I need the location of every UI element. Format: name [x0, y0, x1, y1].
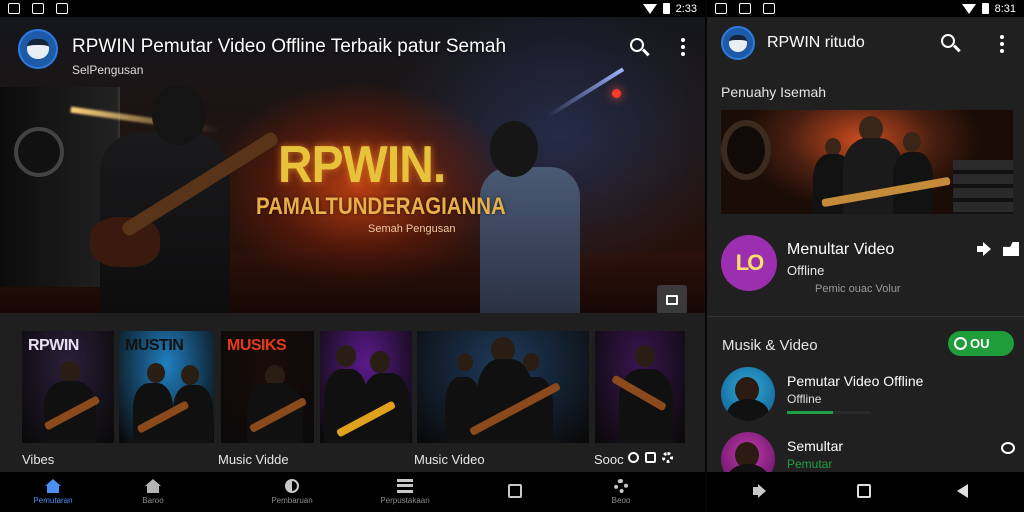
- more-options-icon[interactable]: [999, 35, 1005, 53]
- nav-item-library[interactable]: Perpustakaan: [370, 472, 440, 512]
- notification-icon: [8, 3, 20, 14]
- stage-light: [612, 89, 621, 98]
- nav-label: Beoo: [611, 496, 631, 505]
- right-screen: 8:31 RPWIN ritudo Penuahy Isemah LO Menu…: [707, 0, 1024, 512]
- video-thumbnail[interactable]: [595, 331, 685, 443]
- card-meta: Pemic ouac Volur: [815, 283, 901, 295]
- settings-icon[interactable]: [662, 452, 673, 463]
- thumbnail-caption: Vibes: [22, 452, 55, 467]
- video-thumbnail[interactable]: RPWIN: [22, 331, 114, 443]
- list-icon: [397, 479, 413, 493]
- left-screen: 2:33 RPWIN. PAMALTUNDERAGIANNA Semah Pen…: [0, 0, 705, 512]
- square-icon: [508, 483, 522, 498]
- featured-video-banner[interactable]: [721, 110, 1013, 214]
- thumbnail-caption: Sooc: [594, 452, 624, 467]
- nav-item-new[interactable]: Baroo: [118, 472, 188, 512]
- nav-item-playback[interactable]: Pemutaran: [18, 472, 88, 512]
- card-subtitle: Offline: [787, 263, 825, 278]
- caption-icon[interactable]: [645, 452, 656, 463]
- more-icon[interactable]: [1001, 442, 1015, 454]
- thumbnail-title: RPWIN: [28, 337, 79, 354]
- wifi-icon: [642, 3, 657, 14]
- video-thumbnail[interactable]: MUSTIN: [119, 331, 214, 443]
- thumbnail-caption: Music Vidde: [218, 452, 289, 467]
- video-thumbnail[interactable]: [320, 331, 412, 443]
- notification-icon: [715, 3, 727, 14]
- status-time: 8:31: [994, 2, 1016, 15]
- list-item-subtitle: Pemutar: [787, 457, 833, 471]
- search-icon[interactable]: [941, 34, 961, 54]
- status-bar: 2:33: [0, 0, 705, 17]
- avatar: [721, 367, 775, 421]
- app-title: RPWIN Pemutar Video Offline Terbaik patu…: [72, 36, 507, 57]
- battery-icon: [981, 3, 989, 14]
- home-icon: [45, 479, 61, 493]
- status-time: 2:33: [675, 2, 697, 15]
- half-circle-icon: [285, 479, 299, 493]
- forward-icon[interactable]: [753, 484, 767, 498]
- section-title-music: Musik & Video: [722, 337, 818, 354]
- wifi-icon: [961, 3, 976, 14]
- clock-icon[interactable]: [628, 452, 639, 463]
- hero-logo: RPWIN.: [278, 136, 446, 194]
- app-bar: RPWIN ritudo: [707, 17, 1024, 73]
- download-icon[interactable]: [1003, 242, 1019, 256]
- list-item-title: Pemutar Video Offline: [787, 373, 924, 389]
- hero-subtitle: PAMALTUNDERAGIANNA: [256, 193, 506, 220]
- app-bar: RPWIN Pemutar Video Offline Terbaik patu…: [0, 17, 705, 79]
- hero-tagline: Semah Pengusan: [368, 223, 456, 235]
- card-badge: LO: [721, 235, 777, 291]
- status-bar: 8:31: [707, 0, 1024, 17]
- divider: [707, 316, 1024, 317]
- card-title: Menultar Video: [787, 241, 895, 258]
- nav-item-overview[interactable]: [480, 472, 550, 512]
- notification-icon: [32, 3, 44, 14]
- nav-label: Pemutaran: [33, 496, 73, 505]
- notification-icon: [739, 3, 751, 14]
- performer-figure: [480, 167, 580, 313]
- nav-label: Baroo: [142, 496, 164, 505]
- recent-apps-icon[interactable]: [857, 484, 871, 498]
- toggle-switch[interactable]: OU: [948, 331, 1014, 356]
- thumbnail-title: MUSTIN: [125, 337, 184, 354]
- list-item[interactable]: Pemutar Video Offline Offline: [721, 367, 1021, 423]
- notification-icon: [56, 3, 68, 14]
- thumbnail-caption: Music Video: [414, 452, 485, 467]
- pip-button[interactable]: [657, 285, 687, 313]
- system-navigation: [707, 472, 1024, 512]
- more-options-icon[interactable]: [680, 38, 686, 56]
- nav-item-updates[interactable]: Pembaruan: [257, 472, 327, 512]
- bottom-navigation: Pemutaran Baroo Pembaruan Perpustakaan B…: [0, 472, 705, 512]
- notification-icon: [763, 3, 775, 14]
- nav-label: Pembaruan: [271, 496, 313, 505]
- gear-icon: [614, 479, 628, 493]
- nav-item-settings[interactable]: Beoo: [586, 472, 656, 512]
- thumbnail-title: MUSIKS: [227, 337, 287, 354]
- section-title-featured: Penuahy Isemah: [721, 84, 827, 100]
- app-logo[interactable]: [721, 26, 755, 60]
- search-icon[interactable]: [630, 38, 650, 58]
- battery-icon: [662, 3, 670, 14]
- pip-icon: [666, 295, 678, 305]
- toggle-label: OU: [970, 336, 990, 351]
- featured-card[interactable]: LO Menultar Video Offline Pemic ouac Vol…: [721, 230, 1021, 300]
- list-item-title: Semultar: [787, 438, 844, 454]
- video-thumbnail[interactable]: MUSIKS: [221, 331, 314, 443]
- list-item-subtitle: Offline: [787, 392, 822, 406]
- share-icon[interactable]: [977, 242, 991, 256]
- video-thumbnail[interactable]: [417, 331, 589, 443]
- app-logo[interactable]: [18, 29, 58, 69]
- back-icon[interactable]: [957, 484, 968, 498]
- app-subtitle: SelPengusan: [72, 63, 144, 77]
- nav-label: Perpustakaan: [380, 496, 430, 505]
- home-outline-icon: [145, 479, 161, 493]
- toggle-knob: [954, 337, 967, 350]
- caption-actions: [628, 452, 673, 463]
- progress-bar: [787, 411, 871, 414]
- app-title: RPWIN ritudo: [767, 34, 865, 51]
